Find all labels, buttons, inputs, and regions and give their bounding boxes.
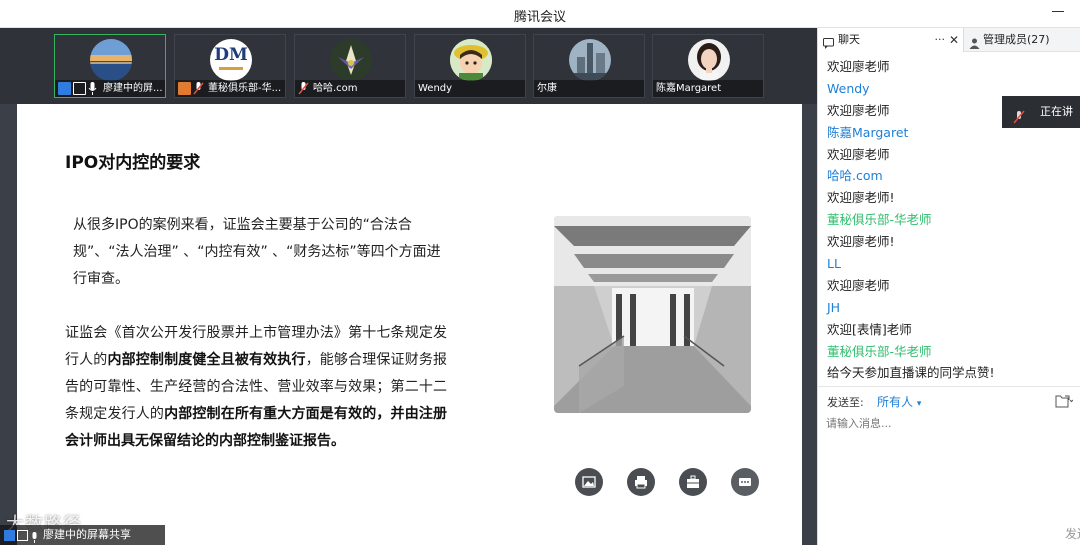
mic-muted-icon <box>1012 105 1026 137</box>
tab-more-button[interactable]: ··· <box>935 28 946 52</box>
chat-message-sender: LL <box>827 256 841 272</box>
print-icon[interactable] <box>627 468 655 496</box>
tab-chat[interactable]: 聊天 ··· ✕ <box>818 28 964 52</box>
sunset-photo-avatar <box>90 39 132 81</box>
participant-video-strip: 廖建中的屏... DM 董秘俱乐部-华... 哈哈.com Wendy 尔康 陈… <box>0 28 817 104</box>
cartoon-girl-avatar <box>450 39 492 81</box>
close-icon[interactable]: ✕ <box>949 28 959 52</box>
screen-share-label: 廖建中的屏幕共享 <box>0 525 165 545</box>
slide-paragraph-2: 证监会《首次公开发行股票并上市管理办法》第十七条规定发行人的内部控制制度健全且被… <box>65 325 448 449</box>
host-user-icon <box>4 529 15 541</box>
chat-message-text: 欢迎廖老师 <box>827 102 890 118</box>
mic-muted-icon <box>298 82 311 95</box>
chat-message-text: 欢迎廖老师! <box>827 234 895 250</box>
chat-message-list: 欢迎廖老师 Wendy 欢迎廖老师 陈嘉Margaret 欢迎廖老师 哈哈.com 欢迎廖老… <box>827 56 1017 384</box>
briefcase-icon[interactable] <box>679 468 707 496</box>
mic-muted-icon <box>193 82 206 95</box>
chat-message-sender: Wendy <box>827 80 870 96</box>
folder-icon[interactable] <box>1055 393 1074 412</box>
chat-message-text: 欢迎廖老师! <box>827 190 895 206</box>
more-dots-icon[interactable] <box>731 468 759 496</box>
woman-portrait-avatar <box>688 39 730 81</box>
participant-tile[interactable]: 廖建中的屏... <box>54 34 166 98</box>
chat-message-text: 给今天参加直播课的同学点赞! <box>827 365 995 381</box>
participant-tile[interactable]: 陈嘉Margaret <box>652 34 764 98</box>
meeting-main-area: 廖建中的屏... DM 董秘俱乐部-华... 哈哈.com Wendy 尔康 陈… <box>0 28 817 545</box>
send-to-label: 发送至: <box>827 396 864 409</box>
minimize-button[interactable] <box>1052 2 1066 20</box>
slide-paragraph-1: 从很多IPO的案例来看，证监会主要基于公司的“合法合规”、“法人治理” 、“内控… <box>73 217 441 287</box>
skyscraper-photo-avatar <box>569 39 611 81</box>
chat-message-text: 欢迎[表情]老师 <box>827 321 912 337</box>
user-badge-icon <box>178 82 191 95</box>
participant-name: 董秘俱乐部-华... <box>208 83 282 94</box>
participant-name: 尔康 <box>537 83 557 94</box>
chat-bubble-icon <box>823 34 834 58</box>
send-target-dropdown[interactable]: 所有人 ▾ <box>877 393 921 410</box>
chat-message-sender: 陈嘉Margaret <box>827 124 909 140</box>
tab-members[interactable]: 管理成员(27) <box>965 28 1080 52</box>
chat-message-sender: 董秘俱乐部-华老师 <box>827 212 932 228</box>
host-user-icon <box>58 82 71 95</box>
members-icon <box>969 34 980 58</box>
chat-message-sender: 董秘俱乐部-华老师 <box>827 343 932 359</box>
participant-tile[interactable]: 尔康 <box>533 34 645 98</box>
chat-message-sender: JH <box>827 299 841 315</box>
title-bar: 腾讯会议 <box>0 0 1080 28</box>
chat-message-input[interactable] <box>826 414 1066 432</box>
chat-tabs: 聊天 ··· ✕ 管理成员(27) <box>818 28 1080 52</box>
image-icon[interactable] <box>575 468 603 496</box>
speaking-indicator: 正在讲话 <box>1002 96 1080 150</box>
participant-tile[interactable]: DM 董秘俱乐部-华... <box>174 34 286 98</box>
participant-name: 哈哈.com <box>313 83 358 94</box>
send-button[interactable]: 发送 <box>1065 525 1080 542</box>
participant-tile[interactable]: 哈哈.com <box>294 34 406 98</box>
participant-tile[interactable]: Wendy <box>414 34 526 98</box>
mic-icon <box>30 530 41 543</box>
chat-message-text: 欢迎廖老师 <box>827 277 890 293</box>
flower-photo-avatar <box>330 39 372 81</box>
chat-input-area: 发送至: 所有人 ▾ 发送 <box>818 386 1080 545</box>
architecture-photo <box>554 216 751 413</box>
chat-message-sender: 哈哈.com <box>827 168 883 184</box>
slide-title: IPO对内控的要求 <box>65 153 201 173</box>
chat-message-text: 欢迎廖老师 <box>827 59 890 74</box>
screen-share-icon <box>17 529 28 541</box>
screen-share-icon <box>73 82 86 95</box>
dm-logo-avatar: DM <box>210 39 252 81</box>
participant-name: 廖建中的屏... <box>103 83 163 94</box>
participant-name: Wendy <box>418 83 453 94</box>
window-title: 腾讯会议 <box>513 10 566 25</box>
mic-icon <box>88 82 101 95</box>
shared-slide: IPO对内控的要求 从很多IPO的案例来看，证监会主要基于公司的“合法合规”、“… <box>17 104 802 545</box>
chat-message-text: 欢迎廖老师 <box>827 146 890 162</box>
participant-name: 陈嘉Margaret <box>656 83 722 94</box>
